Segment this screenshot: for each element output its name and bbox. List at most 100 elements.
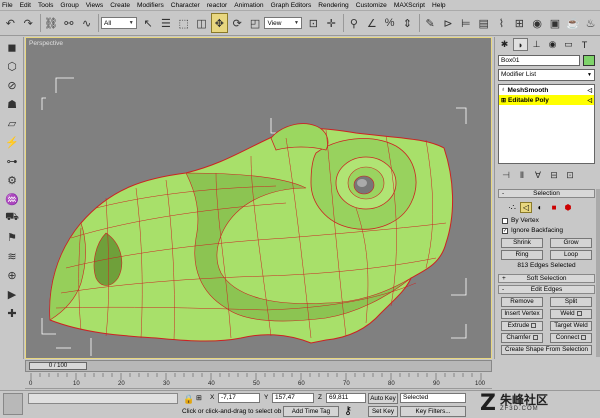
pin-stack-icon[interactable]: ⊣ [499, 170, 513, 181]
display-tab-icon[interactable]: ▭ [561, 38, 576, 51]
render-scene-icon[interactable]: ▣ [547, 13, 564, 33]
reactor-preview-icon[interactable]: ▶ [2, 286, 22, 302]
render-last-icon[interactable]: ♨ [582, 13, 599, 33]
curve-editor-icon[interactable]: ⌇ [493, 13, 510, 33]
by-vertex-checkbox[interactable] [502, 217, 508, 224]
settings-box-icon[interactable] [532, 334, 538, 340]
y-coord-field[interactable]: 157,47 [272, 393, 314, 403]
remove-button[interactable]: Remove [501, 297, 543, 307]
menu-create[interactable]: Create [110, 2, 130, 9]
reactor-motor-icon[interactable]: ⚙ [2, 172, 22, 188]
stack-item-meshsmooth[interactable]: ♁ MeshSmooth ◁ [499, 85, 594, 95]
command-panel-scrollbar[interactable] [596, 189, 600, 357]
reactor-soft-icon[interactable]: ☗ [2, 96, 22, 112]
reactor-toy-car-icon[interactable]: ⛟ [2, 210, 22, 226]
select-by-name-icon[interactable]: ☰ [157, 13, 174, 33]
modify-tab-icon[interactable]: ◗ [513, 38, 528, 51]
remove-modifier-icon[interactable]: ⊟ [547, 170, 561, 181]
extrude-button[interactable]: Extrude [501, 321, 543, 331]
modifier-list-dropdown[interactable]: Modifier List ▼ [498, 69, 595, 81]
select-scale-icon[interactable]: ◰ [247, 13, 264, 33]
object-name-field[interactable]: Box01 [498, 55, 580, 66]
mirror-icon[interactable]: ⊳ [440, 13, 457, 33]
redo-icon[interactable]: ↷ [20, 13, 37, 33]
motion-tab-icon[interactable]: ◉ [545, 38, 560, 51]
grow-button[interactable]: Grow [550, 238, 592, 248]
menu-maxscript[interactable]: MAXScript [394, 2, 425, 9]
reactor-water-icon[interactable]: ≋ [2, 248, 22, 264]
key-mode-icon[interactable]: ⚷ [344, 404, 352, 417]
settings-box-icon[interactable] [531, 322, 537, 328]
menu-edit[interactable]: Edit [20, 2, 31, 9]
auto-key-button[interactable]: Auto Key [368, 393, 398, 404]
menu-animation[interactable]: Animation [234, 2, 263, 9]
select-rotate-icon[interactable]: ⟳ [229, 13, 246, 33]
select-link-icon[interactable]: ⛓ [43, 13, 60, 33]
z-coord-field[interactable]: 69,811 [326, 393, 366, 403]
add-time-tag-button[interactable]: Add Time Tag [283, 406, 339, 417]
ref-coord-dropdown[interactable]: View ▼ [264, 17, 302, 29]
hierarchy-tab-icon[interactable]: ⊥ [529, 38, 544, 51]
unlink-icon[interactable]: ⚯ [60, 13, 77, 33]
track-bar[interactable]: 0 10 20 30 40 50 60 70 80 90 100 [25, 373, 492, 389]
x-coord-field[interactable]: -7,17 [218, 393, 260, 403]
ignore-backfacing-checkbox[interactable]: ✓ [502, 227, 508, 234]
key-filters-button[interactable]: Key Filters... [400, 406, 466, 417]
absolute-mode-icon[interactable]: ⊞ [196, 394, 202, 402]
ring-button[interactable]: Ring [501, 250, 543, 260]
selection-filter-dropdown[interactable]: All ▼ [100, 17, 137, 29]
perspective-viewport[interactable]: Perspective [25, 37, 492, 359]
reactor-rigid-icon[interactable]: ◼ [2, 39, 22, 55]
split-button[interactable]: Split [550, 297, 592, 307]
vertex-subobject-icon[interactable]: ·∴ [506, 202, 518, 213]
insert-vertex-button[interactable]: Insert Vertex [501, 309, 543, 319]
border-subobject-icon[interactable]: ◐ [534, 202, 546, 213]
menu-modifiers[interactable]: Modifiers [137, 2, 164, 9]
lightbulb-icon[interactable]: ♁ [501, 87, 506, 93]
time-slider-thumb[interactable]: 0 / 100 [29, 362, 87, 370]
select-move-icon[interactable]: ✥ [210, 13, 228, 33]
menu-rendering[interactable]: Rendering [318, 2, 348, 9]
ignore-backfacing-row[interactable]: ✓ Ignore Backfacing [498, 226, 595, 235]
quick-render-icon[interactable]: ☕ [564, 13, 581, 33]
reactor-wind-icon[interactable]: ♒ [2, 191, 22, 207]
create-tab-icon[interactable]: ✱ [497, 38, 512, 51]
edge-subobject-icon[interactable]: ◁ [520, 201, 532, 213]
undo-icon[interactable]: ↶ [2, 13, 19, 33]
show-end-result-icon[interactable]: Ⅱ [515, 170, 529, 181]
menu-file[interactable]: File [2, 2, 13, 9]
element-subobject-icon[interactable]: ⬢ [562, 202, 574, 213]
material-editor-icon[interactable]: ◉ [529, 13, 546, 33]
polygon-subobject-icon[interactable]: ■ [548, 202, 560, 213]
menu-reactor[interactable]: reactor [207, 2, 228, 9]
bind-space-warp-icon[interactable]: ∿ [78, 13, 95, 33]
rect-selection-icon[interactable]: ⬚ [175, 13, 192, 33]
menu-views[interactable]: Views [86, 2, 103, 9]
reactor-fracture-icon[interactable]: ⚑ [2, 229, 22, 245]
pivot-center-icon[interactable]: ⊡ [305, 13, 322, 33]
by-vertex-row[interactable]: By Vertex [498, 216, 595, 225]
loop-button[interactable]: Loop [550, 250, 592, 260]
menu-tools[interactable]: Tools [38, 2, 53, 9]
schematic-view-icon[interactable]: ⊞ [511, 13, 528, 33]
settings-box-icon[interactable] [581, 334, 587, 340]
menu-customize[interactable]: Customize [356, 2, 387, 9]
angle-snap-icon[interactable]: ∠ [363, 13, 380, 33]
key-selection-dropdown[interactable]: Selected [400, 393, 466, 403]
reactor-spring-icon[interactable]: ⚡ [2, 134, 22, 150]
named-selection-icon[interactable]: ✎ [422, 13, 439, 33]
layer-manager-icon[interactable]: ▤ [475, 13, 492, 33]
align-icon[interactable]: ⊨ [457, 13, 474, 33]
object-color-swatch[interactable] [583, 55, 595, 66]
manipulate-icon[interactable]: ✛ [323, 13, 340, 33]
reactor-dashpot-icon[interactable]: ⊶ [2, 153, 22, 169]
select-object-icon[interactable]: ↖ [140, 13, 157, 33]
reactor-constraint-icon[interactable]: ⊕ [2, 267, 22, 283]
lock-selection-icon[interactable]: 🔒 [183, 394, 194, 405]
shrink-button[interactable]: Shrink [501, 238, 543, 248]
weld-button[interactable]: Weld [550, 309, 592, 319]
menu-graph-editors[interactable]: Graph Editors [271, 2, 312, 9]
stack-item-editable-poly[interactable]: ⊞ Editable Poly ◁ [499, 95, 594, 105]
create-shape-button[interactable]: Create Shape From Selection [501, 345, 592, 355]
settings-box-icon[interactable] [576, 310, 582, 316]
